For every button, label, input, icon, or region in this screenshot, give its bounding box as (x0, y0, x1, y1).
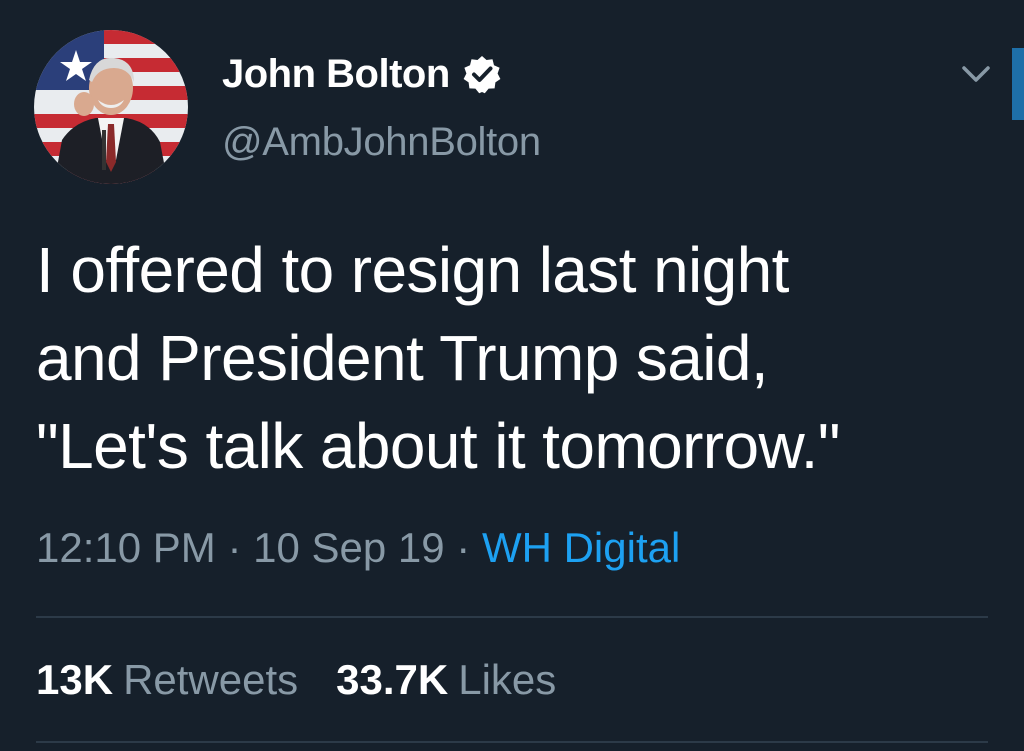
retweets-count: 13K (36, 656, 114, 703)
meta-separator: · (227, 524, 254, 571)
tweet-meta: 12:10 PM · 10 Sep 19 · WH Digital (36, 524, 680, 572)
edge-indicator (1012, 48, 1024, 120)
tweet-text-line: and President Trump said, (36, 322, 769, 394)
likes-label: Likes (458, 656, 557, 703)
tweet-source-link[interactable]: WH Digital (482, 524, 680, 571)
tweet-date[interactable]: 10 Sep 19 (253, 524, 445, 571)
avatar[interactable] (34, 30, 188, 184)
retweets-label: Retweets (123, 656, 299, 703)
chevron-down-icon[interactable] (956, 56, 996, 90)
verified-badge-icon (462, 54, 502, 94)
tweet-card: John Bolton @AmbJohnBolton I offered to … (0, 0, 1024, 751)
tweet-stats: 13K Retweets 33.7K Likes (36, 656, 556, 704)
tweet-text-line: "Let's talk about it tomorrow." (36, 410, 840, 482)
retweets-stat[interactable]: 13K Retweets (36, 656, 298, 704)
author-name-row[interactable]: John Bolton (222, 46, 502, 102)
tweet-time[interactable]: 12:10 PM (36, 524, 216, 571)
tweet-text: I offered to resign last night and Presi… (36, 226, 996, 490)
likes-count: 33.7K (336, 656, 449, 703)
tweet-text-line: I offered to resign last night (36, 234, 789, 306)
likes-stat[interactable]: 33.7K Likes (336, 656, 556, 704)
author-handle[interactable]: @AmbJohnBolton (222, 120, 541, 165)
author-display-name[interactable]: John Bolton (222, 52, 450, 97)
divider (36, 616, 988, 618)
meta-separator: · (456, 524, 482, 571)
divider (36, 741, 988, 743)
profile-photo-icon (34, 30, 188, 184)
